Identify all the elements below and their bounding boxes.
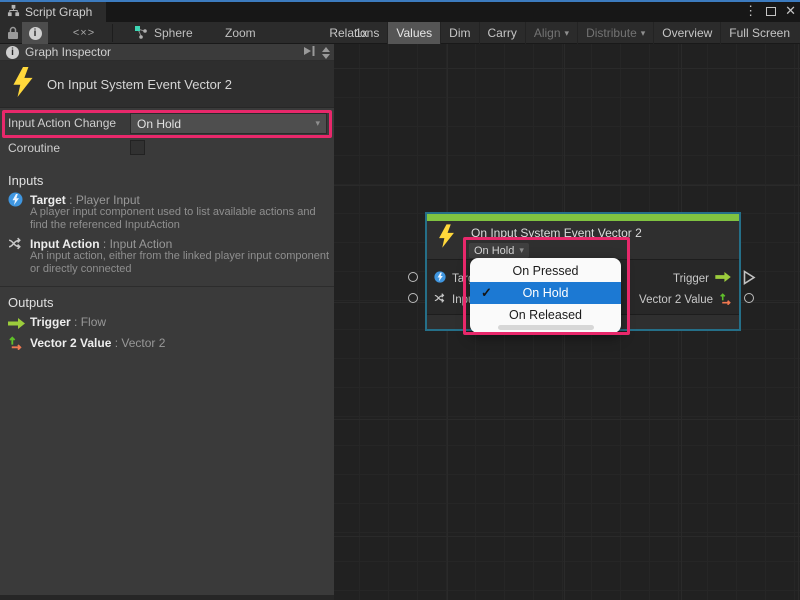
info-icon: i xyxy=(6,46,19,59)
close-icon[interactable]: ✕ xyxy=(785,2,796,20)
more-menu-icon[interactable]: ⋮ xyxy=(744,2,757,20)
lightning-bolt-icon xyxy=(12,67,34,102)
spinner-up-icon[interactable] xyxy=(322,47,330,52)
input-port-target[interactable] xyxy=(408,272,418,282)
flow-arrow-icon xyxy=(8,316,26,334)
values-button[interactable]: Values xyxy=(387,22,440,44)
vector2-icon xyxy=(8,335,23,355)
coroutine-checkbox[interactable] xyxy=(130,140,145,155)
input-item-description: An input action, either from the linked … xyxy=(30,250,330,275)
player-input-icon xyxy=(434,271,446,286)
chevron-down-icon: ▾ xyxy=(519,245,524,256)
maximize-icon[interactable] xyxy=(766,7,776,16)
menu-item-on-released[interactable]: On Released xyxy=(470,304,621,326)
panel-bottom-strip xyxy=(0,595,334,600)
graph-inspector-panel: i Graph Inspector On Input System Event … xyxy=(0,44,334,595)
tab-bar: Script Graph ⋮ ✕ xyxy=(0,0,800,22)
inspector-header: i Graph Inspector xyxy=(0,44,334,61)
code-view-icon[interactable]: <×> xyxy=(66,22,102,44)
inspector-title: Graph Inspector xyxy=(25,45,111,59)
spinner-control[interactable] xyxy=(322,47,330,59)
unity-script-graph-window: Script Graph ⋮ ✕ i <×> Sphere Zoom 1x Re… xyxy=(0,0,800,600)
output-port-trigger[interactable] xyxy=(743,270,756,290)
collapse-panel-icon[interactable] xyxy=(302,45,316,60)
node-on-hold-dropdown[interactable]: On Hold ▾ xyxy=(469,243,529,258)
dropdown-value: On Hold xyxy=(137,117,181,131)
node-title-block: On Input System Event Vector 2 xyxy=(0,61,334,108)
dim-button[interactable]: Dim xyxy=(440,22,478,44)
input-port-input-action[interactable] xyxy=(408,293,418,303)
player-input-icon xyxy=(8,192,23,212)
relations-button[interactable]: Relations xyxy=(321,22,387,44)
menu-item-on-hold[interactable]: ✓ On Hold xyxy=(470,282,621,304)
chevron-down-icon: ▾ xyxy=(565,28,570,39)
inspected-node-title: On Input System Event Vector 2 xyxy=(47,77,232,92)
node-title: On Input System Event Vector 2 xyxy=(471,226,642,240)
graph-name-label: Sphere xyxy=(154,26,193,40)
zoom-label: Zoom xyxy=(225,22,256,44)
check-icon: ✓ xyxy=(481,285,492,301)
fullscreen-button[interactable]: Full Screen xyxy=(720,22,798,44)
input-action-icon xyxy=(8,236,23,256)
chevron-down-icon: ▾ xyxy=(315,118,320,129)
chevron-down-icon: ▾ xyxy=(641,28,646,39)
node-event-color-bar xyxy=(427,214,739,221)
node-header[interactable]: On Input System Event Vector 2 On Hold ▾ xyxy=(427,221,739,259)
toolbar-separator xyxy=(112,24,113,42)
menu-item-on-pressed[interactable]: On Pressed xyxy=(470,260,621,282)
tab-title: Script Graph xyxy=(25,5,92,19)
node-dropdown-menu: On Pressed ✓ On Hold On Released xyxy=(470,258,621,333)
port-label-trigger: Trigger xyxy=(673,273,709,285)
toolbar-button-group: Relations Values Dim Carry Align▾ Distri… xyxy=(321,22,798,44)
menu-scroll-indicator xyxy=(498,325,594,330)
port-label-vector2-value: Vector 2 Value xyxy=(639,294,713,306)
tab-script-graph[interactable]: Script Graph xyxy=(0,2,106,22)
output-item-vector2-value: Vector 2 Value : Vector 2 xyxy=(30,334,165,352)
input-action-change-dropdown[interactable]: On Hold ▾ xyxy=(130,113,327,134)
outputs-header: Outputs xyxy=(8,295,54,310)
script-graph-icon xyxy=(7,4,20,20)
spinner-down-icon[interactable] xyxy=(322,54,330,59)
focus-highlight-line xyxy=(0,0,800,2)
flow-arrow-icon xyxy=(715,272,732,285)
lightning-bolt-icon xyxy=(438,224,455,253)
lock-icon[interactable] xyxy=(7,22,19,44)
graph-breadcrumb-sphere[interactable]: Sphere xyxy=(134,22,193,44)
input-action-icon xyxy=(434,292,446,307)
inputs-header: Inputs xyxy=(8,173,43,188)
window-controls: ⋮ ✕ xyxy=(744,2,796,20)
input-item-description: A player input component used to list av… xyxy=(30,206,330,231)
align-button[interactable]: Align▾ xyxy=(525,22,577,44)
graph-node-icon xyxy=(134,25,148,42)
carry-button[interactable]: Carry xyxy=(479,22,525,44)
inspector-toggle-button[interactable]: i xyxy=(22,22,48,44)
vector2-icon xyxy=(719,292,732,308)
output-port-vector2-value[interactable] xyxy=(744,293,754,303)
distribute-button[interactable]: Distribute▾ xyxy=(577,22,653,44)
section-divider xyxy=(0,286,334,287)
toolbar: i <×> Sphere Zoom 1x Relations Values Di… xyxy=(0,22,800,44)
output-item-trigger: Trigger : Flow xyxy=(30,313,106,331)
overview-button[interactable]: Overview xyxy=(653,22,720,44)
input-action-change-label: Input Action Change xyxy=(8,116,116,130)
coroutine-label: Coroutine xyxy=(8,141,60,155)
info-icon: i xyxy=(29,27,42,40)
